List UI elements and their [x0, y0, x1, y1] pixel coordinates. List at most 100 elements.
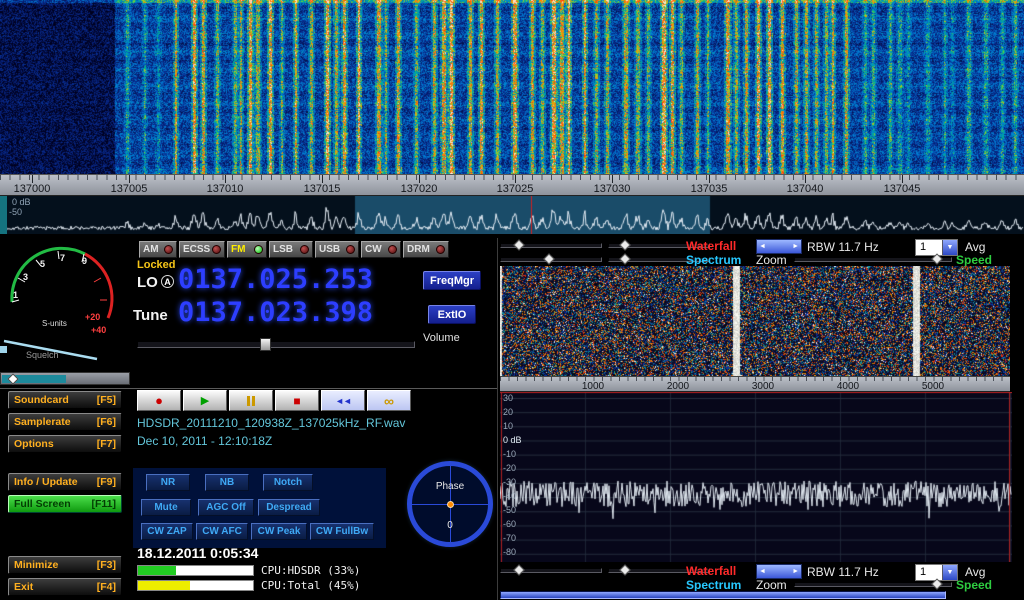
- spectrum-lower-slider-thumb[interactable]: [619, 253, 630, 264]
- mode-lsb-button[interactable]: LSB: [269, 241, 313, 258]
- waterfall-lower-slider-bottom-thumb[interactable]: [619, 564, 630, 575]
- pause-button[interactable]: [229, 390, 273, 411]
- volume-slider-thumb[interactable]: [260, 338, 271, 351]
- mode-am-label: AM: [143, 244, 159, 255]
- freqmgr-button[interactable]: FreqMgr: [423, 271, 481, 290]
- record-icon: ●: [155, 393, 163, 408]
- cw-fullbw-button[interactable]: CW FullBw: [310, 523, 374, 540]
- mode-cw-button[interactable]: CW: [361, 241, 401, 258]
- frequency-ruler[interactable]: 137000 137005 137010 137015 137020 13702…: [0, 174, 1024, 196]
- mode-usb-button[interactable]: USB: [315, 241, 359, 258]
- zoom-right-arrow-icon[interactable]: ►: [792, 243, 799, 250]
- mode-drm-led: [436, 245, 445, 254]
- main-waterfall-canvas[interactable]: [0, 0, 1024, 174]
- zoom-scroll-top[interactable]: ◄►: [756, 239, 802, 254]
- mute-button[interactable]: Mute: [141, 499, 191, 516]
- mode-fm-button[interactable]: FM: [227, 241, 267, 258]
- lo-auto-badge[interactable]: A: [161, 275, 174, 288]
- ruler-tick: [32, 175, 33, 183]
- fullscreen-button-label: Full Screen: [14, 498, 71, 510]
- waterfall-upper-slider-bottom-thumb[interactable]: [513, 564, 524, 575]
- agc-button[interactable]: AGC Off: [198, 499, 254, 516]
- zoom-slider-top[interactable]: [794, 257, 952, 262]
- ruler-label: 137015: [304, 183, 341, 195]
- options-button[interactable]: Options[F7]: [8, 435, 122, 453]
- nr-button[interactable]: NR: [146, 474, 190, 491]
- recording-timestamp: Dec 10, 2011 - 12:10:18Z: [137, 434, 272, 448]
- right-spectrum-canvas[interactable]: [500, 392, 1012, 562]
- speed-label-bottom: Speed: [956, 578, 992, 592]
- nb-button[interactable]: NB: [205, 474, 249, 491]
- waterfall-upper-slider[interactable]: [500, 243, 602, 248]
- waterfall-tab-bottom[interactable]: Waterfall: [686, 564, 736, 578]
- ruler-tick: [225, 175, 226, 183]
- zoom-slider-bottom[interactable]: [794, 582, 952, 587]
- ruler-tick: [805, 175, 806, 183]
- mode-am-led: [164, 245, 173, 254]
- zoom-right-arrow-icon-bottom[interactable]: ►: [792, 568, 799, 575]
- exit-button[interactable]: Exit[F4]: [8, 578, 122, 596]
- samplerate-button[interactable]: Samplerate[F6]: [8, 413, 122, 431]
- rewind-button[interactable]: ◄◄: [321, 390, 365, 411]
- mode-cw-label: CW: [365, 244, 382, 255]
- volume-slider[interactable]: [137, 341, 415, 348]
- pause-icon-bar2: [252, 396, 255, 406]
- combo-arrow-icon-bottom[interactable]: ▼: [942, 565, 957, 580]
- stop-icon: ■: [293, 394, 300, 408]
- cpu-hdsdr-label: CPU:HDSDR (33%): [261, 564, 360, 577]
- right-waterfall-canvas[interactable]: [500, 266, 1010, 376]
- phase-dial[interactable]: Phase 0: [407, 461, 493, 547]
- spectrum-tab-bottom[interactable]: Spectrum: [686, 578, 741, 592]
- play-button[interactable]: ▶: [183, 390, 227, 411]
- db-tick-zero: 0 dB: [503, 435, 522, 445]
- tune-frequency-display[interactable]: 0137.023.398: [178, 297, 373, 328]
- squelch-slider[interactable]: [0, 372, 130, 385]
- loop-button[interactable]: ∞: [367, 390, 411, 411]
- s-meter: 1 3 5 7 9 +20 +40 S-units Squelch: [0, 238, 130, 370]
- waterfall-lower-slider-thumb[interactable]: [619, 239, 630, 250]
- mode-ecss-button[interactable]: ECSS: [179, 241, 225, 258]
- extio-button[interactable]: ExtIO: [428, 305, 476, 324]
- db-tick: -50: [503, 505, 516, 515]
- audio-ruler-label: 3000: [752, 381, 774, 392]
- stop-button[interactable]: ■: [275, 390, 319, 411]
- notch-button[interactable]: Notch: [263, 474, 313, 491]
- speed-label-top: Speed: [956, 253, 992, 267]
- ruler-tick: [902, 175, 903, 183]
- mode-am-button[interactable]: AM: [139, 241, 177, 258]
- lo-frequency-display[interactable]: 0137.025.253: [178, 264, 373, 295]
- info-update-button[interactable]: Info / Update[F9]: [8, 473, 122, 491]
- waterfall-upper-slider-thumb[interactable]: [513, 239, 524, 250]
- spectrum-upper-slider-thumb[interactable]: [543, 253, 554, 264]
- audio-frequency-ruler[interactable]: 1000 2000 3000 4000 5000: [500, 376, 1010, 392]
- ruler-minor-ticks: [0, 175, 1024, 180]
- phase-title: Phase: [412, 481, 488, 492]
- db-tick: -60: [503, 519, 516, 529]
- waterfall-tab-top[interactable]: Waterfall: [686, 239, 736, 253]
- mode-drm-label: DRM: [407, 244, 430, 255]
- zoom-left-arrow-icon[interactable]: ◄: [759, 243, 766, 250]
- db-tick: 30: [503, 393, 513, 403]
- minimize-button[interactable]: Minimize[F3]: [8, 556, 122, 574]
- cw-peak-button[interactable]: CW Peak: [251, 523, 307, 540]
- combo-arrow-icon[interactable]: ▼: [942, 240, 957, 255]
- record-button[interactable]: ●: [137, 390, 181, 411]
- cw-afc-button[interactable]: CW AFC: [196, 523, 248, 540]
- soundcard-button[interactable]: Soundcard[F5]: [8, 391, 122, 409]
- mode-drm-button[interactable]: DRM: [403, 241, 449, 258]
- overview-spectrum[interactable]: 0 dB -50: [0, 196, 1024, 234]
- zoom-scroll-bottom[interactable]: ◄►: [756, 564, 802, 579]
- fullscreen-button[interactable]: Full Screen[F11]: [8, 495, 122, 513]
- mode-fm-label: FM: [231, 244, 245, 255]
- speed-slider[interactable]: [500, 591, 946, 599]
- waterfall-upper-slider-bottom[interactable]: [500, 568, 602, 573]
- overview-spectrum-canvas[interactable]: [0, 196, 1024, 234]
- zoom-left-arrow-icon-bottom[interactable]: ◄: [759, 568, 766, 575]
- spectrum-upper-slider[interactable]: [500, 257, 602, 262]
- loop-icon: ∞: [384, 393, 394, 409]
- despread-button[interactable]: Despread: [258, 499, 320, 516]
- options-button-key: [F7]: [97, 438, 116, 450]
- spectrum-tab-top[interactable]: Spectrum: [686, 253, 741, 267]
- cw-zap-button[interactable]: CW ZAP: [141, 523, 193, 540]
- ruler-tick: [322, 175, 323, 183]
